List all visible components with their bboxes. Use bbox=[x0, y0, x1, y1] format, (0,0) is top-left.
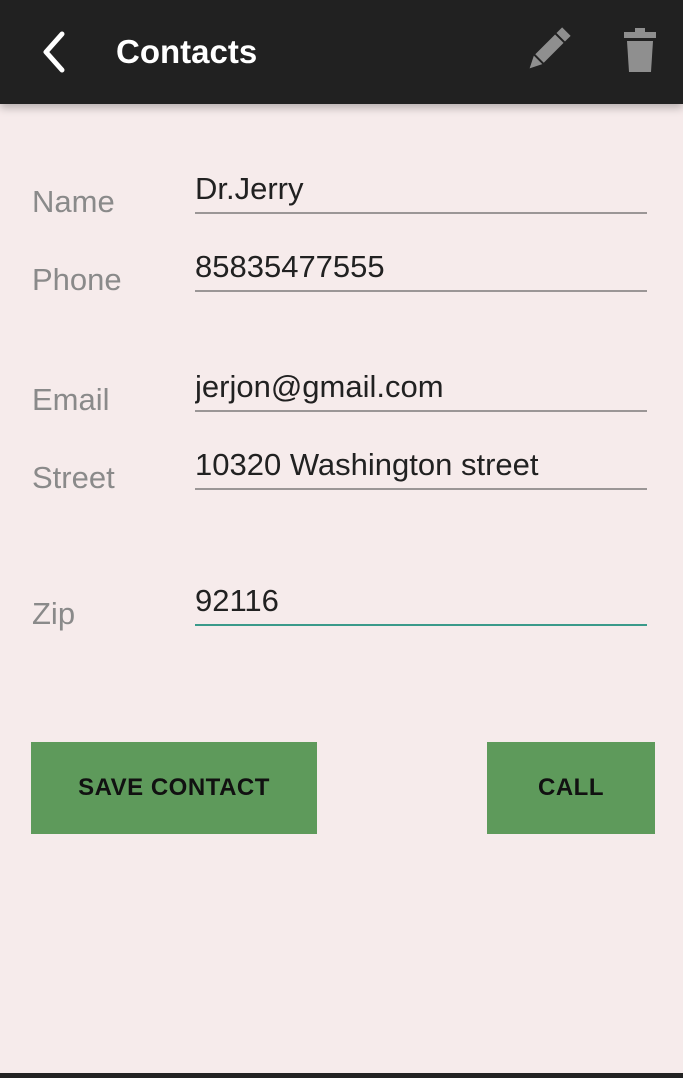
trash-icon bbox=[624, 28, 656, 72]
app-bar: Contacts bbox=[0, 0, 683, 104]
save-contact-button[interactable]: SAVE CONTACT bbox=[31, 742, 317, 834]
street-field[interactable] bbox=[195, 442, 647, 490]
page-title: Contacts bbox=[116, 33, 258, 70]
email-field[interactable] bbox=[195, 364, 647, 412]
delete-button[interactable] bbox=[616, 22, 664, 78]
street-label: Street bbox=[32, 460, 115, 495]
phone-label: Phone bbox=[32, 262, 122, 297]
chevron-left-icon bbox=[43, 31, 65, 73]
back-button[interactable] bbox=[30, 24, 80, 80]
phone-field[interactable] bbox=[195, 244, 647, 292]
email-label: Email bbox=[32, 382, 110, 417]
zip-field[interactable] bbox=[195, 578, 647, 626]
zip-label: Zip bbox=[32, 596, 76, 631]
name-field[interactable] bbox=[195, 166, 647, 214]
name-label: Name bbox=[32, 184, 115, 219]
call-button[interactable]: CALL bbox=[487, 742, 655, 834]
bottom-divider bbox=[0, 1073, 683, 1078]
pencil-icon bbox=[529, 27, 571, 69]
edit-button[interactable] bbox=[520, 22, 576, 78]
